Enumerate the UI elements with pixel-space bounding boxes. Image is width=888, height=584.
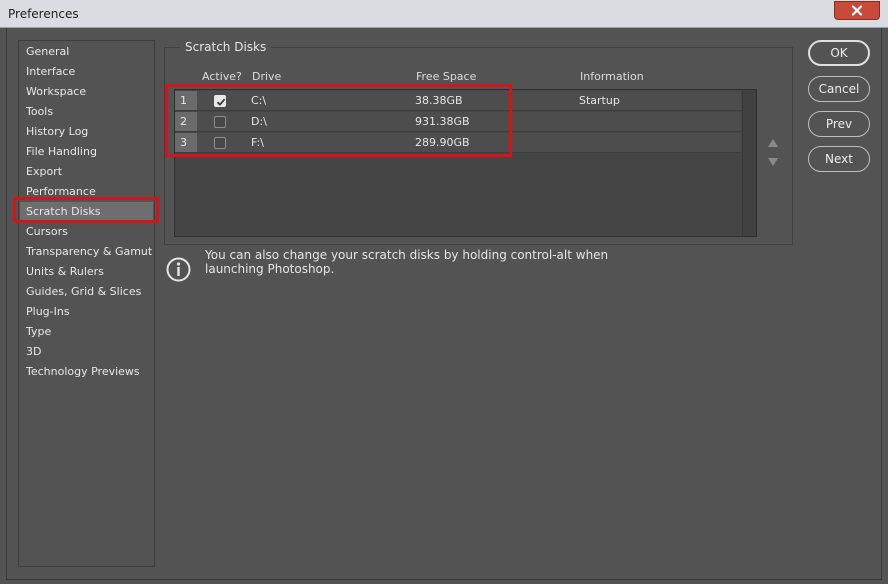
drive-cell: D:\ <box>251 115 267 128</box>
table-scrollbar[interactable] <box>742 90 756 236</box>
sidebar-item-transparency-gamut[interactable]: Transparency & Gamut <box>20 242 153 261</box>
drive-cell: F:\ <box>251 136 264 149</box>
sidebar-item-performance[interactable]: Performance <box>20 182 153 201</box>
close-icon <box>851 5 863 16</box>
info-icon <box>166 257 191 282</box>
column-header-information: Information <box>580 70 644 83</box>
sidebar-item-export[interactable]: Export <box>20 162 153 181</box>
sidebar-item-plug-ins[interactable]: Plug-Ins <box>20 302 153 321</box>
column-header-drive: Drive <box>252 70 282 83</box>
title-bar: Preferences <box>0 0 888 28</box>
sidebar-item-3d[interactable]: 3D <box>20 342 153 361</box>
window-title: Preferences <box>8 7 79 21</box>
cancel-button[interactable]: Cancel <box>808 76 870 102</box>
sidebar-item-technology-previews[interactable]: Technology Previews <box>20 362 153 381</box>
column-header-active: Active? <box>202 70 242 83</box>
free-space-cell: 289.90GB <box>415 136 470 149</box>
row-number: 2 <box>175 112 197 131</box>
row-number: 3 <box>175 133 197 152</box>
close-button[interactable] <box>834 1 880 20</box>
sidebar-item-file-handling[interactable]: File Handling <box>20 142 153 161</box>
sidebar-item-type[interactable]: Type <box>20 322 153 341</box>
next-button[interactable]: Next <box>808 146 870 172</box>
move-down-arrow-icon[interactable] <box>767 157 779 167</box>
ok-button[interactable]: OK <box>808 40 870 66</box>
sidebar-item-tools[interactable]: Tools <box>20 102 153 121</box>
sidebar-item-scratch-disks[interactable]: Scratch Disks <box>20 202 153 221</box>
checkmark-icon <box>216 98 226 106</box>
drive-cell: C:\ <box>251 94 267 107</box>
scratch-disks-title: Scratch Disks <box>180 40 272 54</box>
sidebar-item-interface[interactable]: Interface <box>20 62 153 81</box>
row-number: 1 <box>175 91 197 110</box>
free-space-cell: 38.38GB <box>415 94 463 107</box>
active-checkbox[interactable] <box>214 137 226 149</box>
sidebar-item-units-rulers[interactable]: Units & Rulers <box>20 262 153 281</box>
information-cell: Startup <box>579 94 620 107</box>
active-checkbox[interactable] <box>214 116 226 128</box>
sidebar-item-general[interactable]: General <box>20 42 153 61</box>
sidebar-item-guides-grid-slices[interactable]: Guides, Grid & Slices <box>20 282 153 301</box>
scratch-disks-table: 1 C:\ 38.38GB Startup 2 D:\ 931.38GB 3 F… <box>174 89 757 237</box>
sidebar-item-history-log[interactable]: History Log <box>20 122 153 141</box>
sidebar-item-workspace[interactable]: Workspace <box>20 82 153 101</box>
active-checkbox[interactable] <box>214 95 226 107</box>
move-up-arrow-icon[interactable] <box>767 138 779 148</box>
table-row[interactable]: 2 D:\ 931.38GB <box>175 112 741 132</box>
sidebar-item-cursors[interactable]: Cursors <box>20 222 153 241</box>
table-row[interactable]: 1 C:\ 38.38GB Startup <box>175 91 741 111</box>
prev-button[interactable]: Prev <box>808 111 870 137</box>
column-header-free-space: Free Space <box>416 70 477 83</box>
free-space-cell: 931.38GB <box>415 115 470 128</box>
sidebar: General Interface Workspace Tools Histor… <box>18 40 155 567</box>
info-message: You can also change your scratch disks b… <box>205 248 609 276</box>
table-row[interactable]: 3 F:\ 289.90GB <box>175 133 741 153</box>
